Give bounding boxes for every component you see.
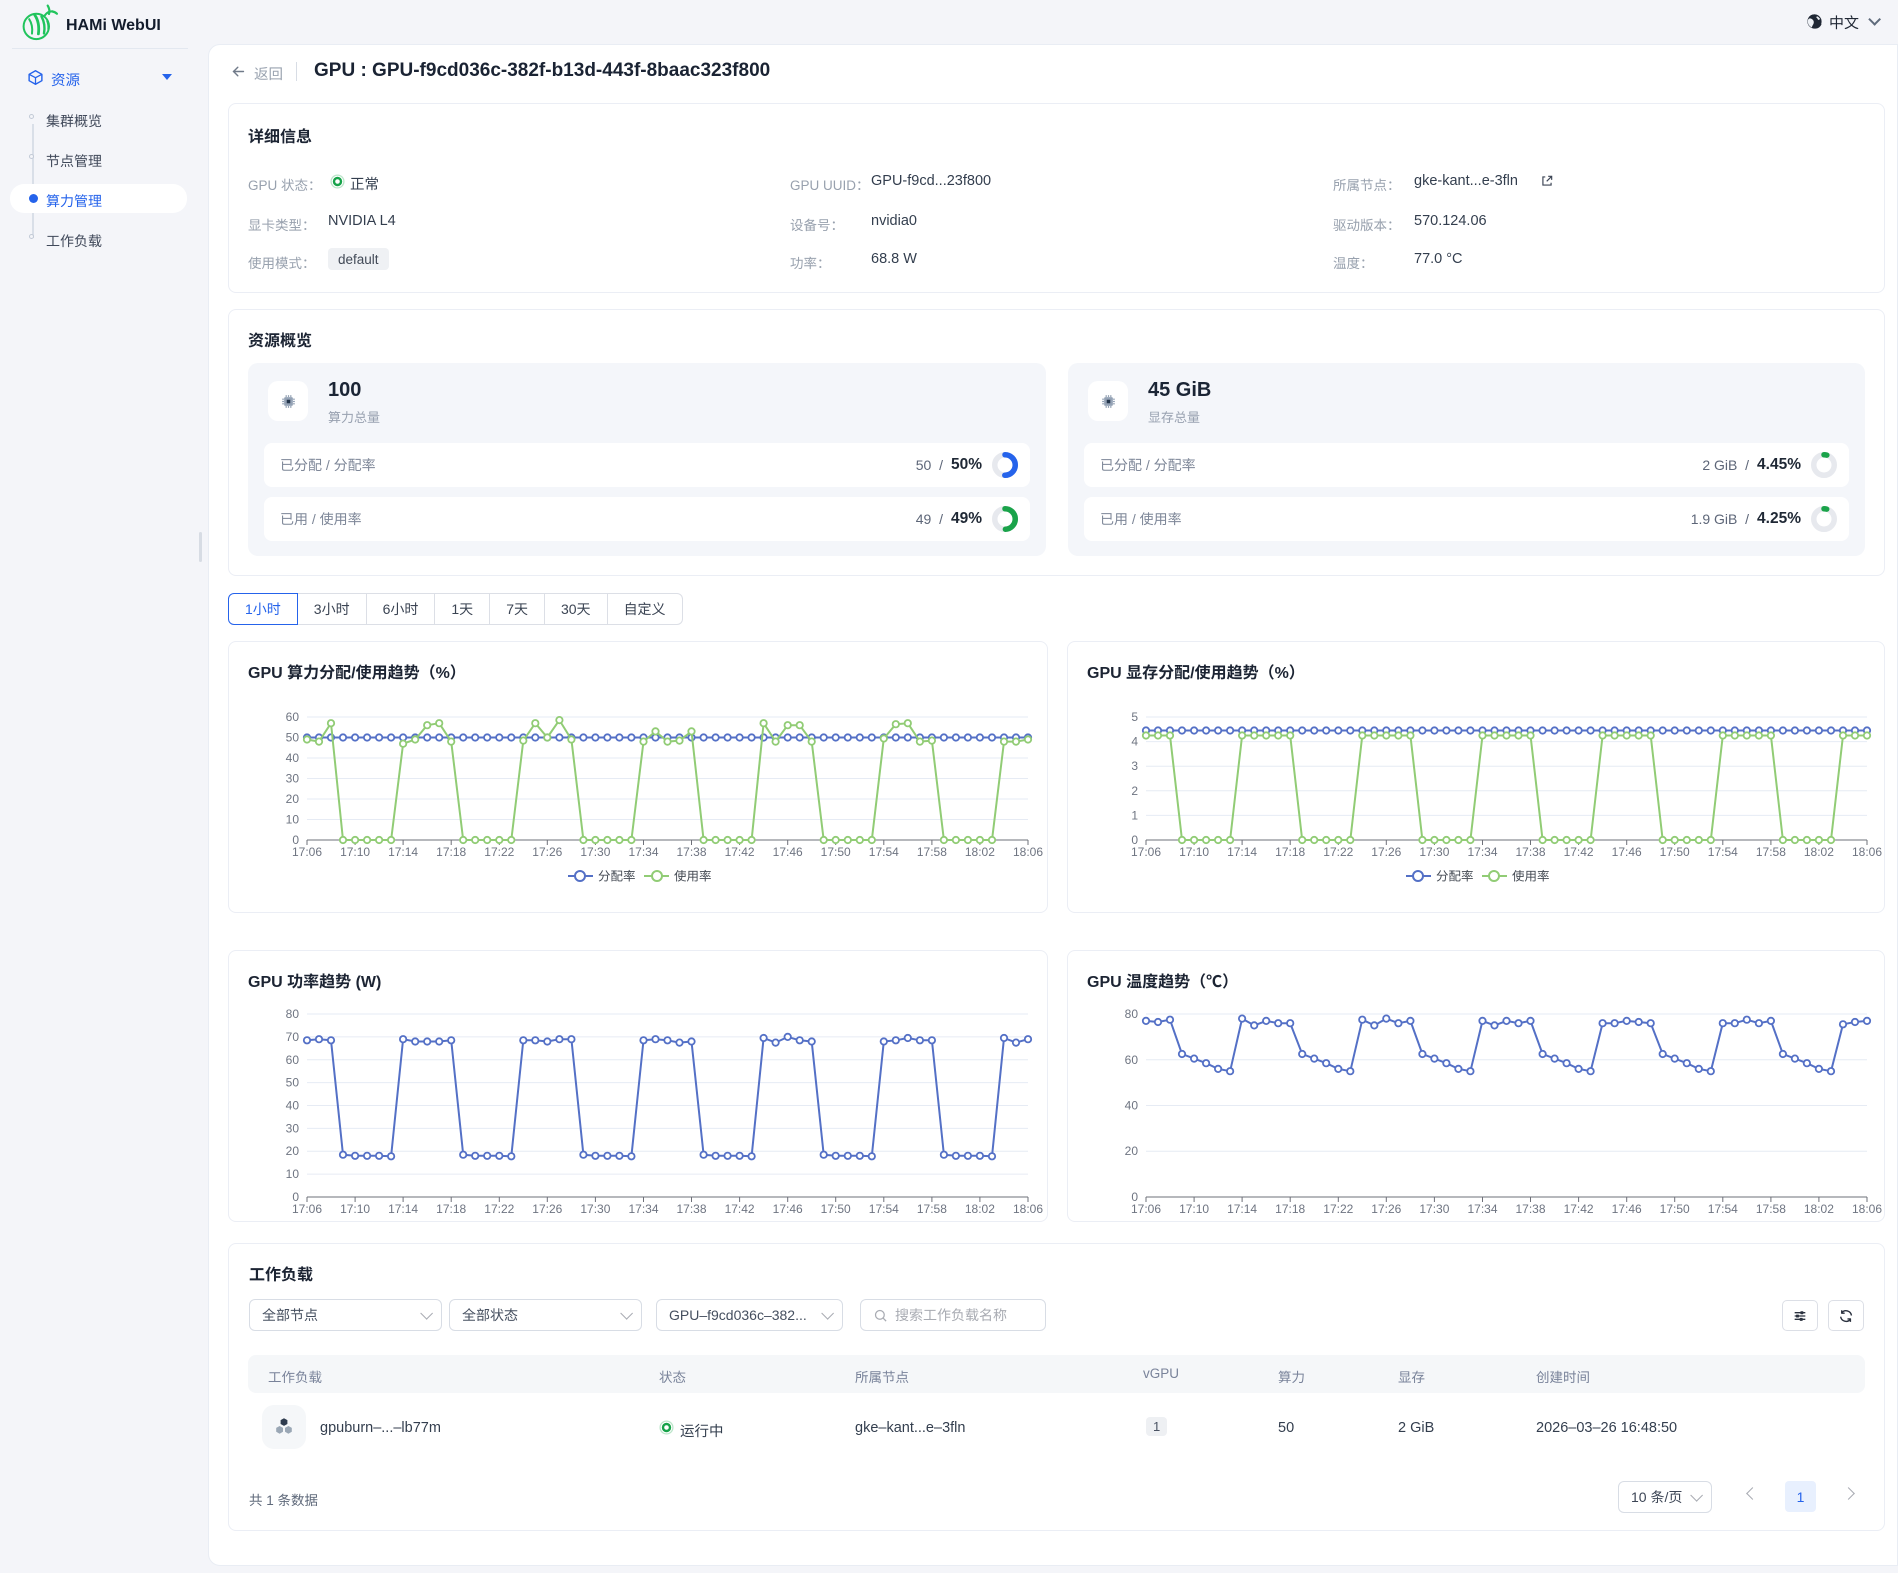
svg-text:70: 70 <box>286 1030 300 1044</box>
svg-text:30: 30 <box>286 1121 300 1135</box>
svg-text:使用率: 使用率 <box>674 870 712 884</box>
svg-text:17:46: 17:46 <box>773 845 803 859</box>
svg-text:17:54: 17:54 <box>1708 1202 1738 1216</box>
svg-text:17:22: 17:22 <box>484 1202 514 1216</box>
svg-text:17:42: 17:42 <box>1564 845 1594 859</box>
svg-text:80: 80 <box>286 1007 300 1021</box>
svg-text:17:10: 17:10 <box>340 845 370 859</box>
svg-text:18:02: 18:02 <box>965 845 995 859</box>
svg-text:18:06: 18:06 <box>1852 845 1882 859</box>
svg-text:17:50: 17:50 <box>821 845 851 859</box>
svg-text:17:34: 17:34 <box>1467 1202 1497 1216</box>
svg-text:50: 50 <box>286 1076 300 1090</box>
svg-text:20: 20 <box>1125 1144 1139 1158</box>
svg-text:17:54: 17:54 <box>1708 845 1738 859</box>
svg-text:30: 30 <box>286 772 300 786</box>
svg-text:17:58: 17:58 <box>1756 1202 1786 1216</box>
svg-text:20: 20 <box>286 792 300 806</box>
svg-text:17:58: 17:58 <box>917 1202 947 1216</box>
svg-text:17:26: 17:26 <box>1371 1202 1401 1216</box>
svg-text:17:26: 17:26 <box>532 1202 562 1216</box>
svg-text:60: 60 <box>1125 1053 1139 1067</box>
svg-text:17:42: 17:42 <box>1564 1202 1594 1216</box>
svg-text:17:30: 17:30 <box>1419 845 1449 859</box>
svg-text:17:30: 17:30 <box>580 845 610 859</box>
svg-text:17:26: 17:26 <box>1371 845 1401 859</box>
svg-text:17:34: 17:34 <box>628 845 658 859</box>
svg-text:17:06: 17:06 <box>1131 1202 1161 1216</box>
svg-text:18:06: 18:06 <box>1013 845 1043 859</box>
svg-text:17:10: 17:10 <box>340 1202 370 1216</box>
svg-text:17:50: 17:50 <box>821 1202 851 1216</box>
svg-text:17:22: 17:22 <box>1323 845 1353 859</box>
svg-text:17:30: 17:30 <box>1419 1202 1449 1216</box>
svg-text:17:58: 17:58 <box>917 845 947 859</box>
svg-text:17:30: 17:30 <box>580 1202 610 1216</box>
svg-text:17:46: 17:46 <box>773 1202 803 1216</box>
svg-text:17:18: 17:18 <box>436 1202 466 1216</box>
svg-text:1: 1 <box>1131 808 1138 822</box>
svg-text:10: 10 <box>286 813 300 827</box>
svg-text:5: 5 <box>1131 710 1138 724</box>
svg-text:17:18: 17:18 <box>436 845 466 859</box>
svg-text:17:14: 17:14 <box>1227 845 1257 859</box>
svg-text:17:54: 17:54 <box>869 1202 899 1216</box>
svg-text:17:34: 17:34 <box>1467 845 1497 859</box>
svg-text:17:34: 17:34 <box>628 1202 658 1216</box>
svg-text:17:38: 17:38 <box>1515 845 1545 859</box>
svg-text:2: 2 <box>1131 784 1138 798</box>
svg-text:80: 80 <box>1125 1007 1139 1021</box>
svg-text:40: 40 <box>286 1099 300 1113</box>
svg-text:18:02: 18:02 <box>1804 1202 1834 1216</box>
svg-text:17:06: 17:06 <box>292 845 322 859</box>
svg-text:3: 3 <box>1131 759 1138 773</box>
svg-text:17:18: 17:18 <box>1275 1202 1305 1216</box>
svg-text:17:22: 17:22 <box>484 845 514 859</box>
svg-text:17:14: 17:14 <box>1227 1202 1257 1216</box>
svg-text:60: 60 <box>286 710 300 724</box>
svg-text:40: 40 <box>286 751 300 765</box>
svg-text:17:46: 17:46 <box>1612 845 1642 859</box>
svg-text:17:42: 17:42 <box>725 1202 755 1216</box>
svg-text:18:02: 18:02 <box>965 1202 995 1216</box>
svg-text:18:02: 18:02 <box>1804 845 1834 859</box>
svg-text:17:10: 17:10 <box>1179 845 1209 859</box>
svg-text:17:06: 17:06 <box>1131 845 1161 859</box>
svg-text:18:06: 18:06 <box>1013 1202 1043 1216</box>
svg-text:17:38: 17:38 <box>676 845 706 859</box>
svg-text:分配率: 分配率 <box>598 870 636 884</box>
svg-text:17:14: 17:14 <box>388 845 418 859</box>
svg-text:使用率: 使用率 <box>1512 870 1550 884</box>
svg-text:17:42: 17:42 <box>725 845 755 859</box>
svg-text:50: 50 <box>286 731 300 745</box>
svg-text:60: 60 <box>286 1053 300 1067</box>
svg-text:17:22: 17:22 <box>1323 1202 1353 1216</box>
svg-text:17:14: 17:14 <box>388 1202 418 1216</box>
svg-text:17:06: 17:06 <box>292 1202 322 1216</box>
svg-text:40: 40 <box>1125 1099 1139 1113</box>
svg-text:17:10: 17:10 <box>1179 1202 1209 1216</box>
svg-text:分配率: 分配率 <box>1436 870 1474 884</box>
svg-text:17:38: 17:38 <box>676 1202 706 1216</box>
svg-text:17:18: 17:18 <box>1275 845 1305 859</box>
svg-text:17:50: 17:50 <box>1660 845 1690 859</box>
svg-text:17:50: 17:50 <box>1660 1202 1690 1216</box>
svg-text:17:54: 17:54 <box>869 845 899 859</box>
svg-text:4: 4 <box>1131 735 1138 749</box>
svg-text:17:26: 17:26 <box>532 845 562 859</box>
svg-text:20: 20 <box>286 1144 300 1158</box>
svg-text:10: 10 <box>286 1167 300 1181</box>
svg-text:17:58: 17:58 <box>1756 845 1786 859</box>
svg-text:17:46: 17:46 <box>1612 1202 1642 1216</box>
svg-text:17:38: 17:38 <box>1515 1202 1545 1216</box>
svg-text:18:06: 18:06 <box>1852 1202 1882 1216</box>
